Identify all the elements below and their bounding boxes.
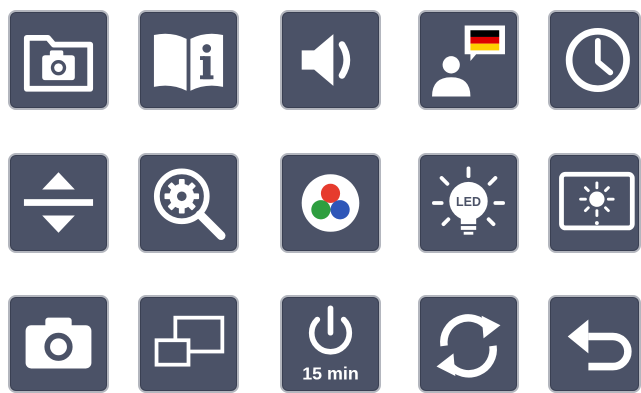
return-arrow-icon — [567, 319, 632, 371]
auto-off-label: 15 min — [302, 364, 359, 384]
zoom-settings-button[interactable] — [138, 153, 239, 253]
volume-button[interactable] — [280, 10, 381, 110]
refresh-arrows-icon — [436, 314, 501, 378]
clock-button[interactable] — [548, 10, 641, 110]
magnifier-gear-icon — [153, 168, 226, 240]
folder-camera-icon — [23, 35, 94, 92]
power-timer-icon: 15 min — [302, 305, 359, 384]
capture-button[interactable] — [8, 295, 109, 393]
person-speech-flag-icon — [432, 25, 505, 97]
clock-icon — [565, 27, 630, 93]
picture-in-picture-button[interactable] — [138, 295, 239, 393]
refresh-button[interactable] — [418, 295, 519, 393]
led-button[interactable]: LED — [418, 153, 519, 253]
back-button[interactable] — [548, 295, 641, 393]
up-down-arrows-icon — [23, 172, 94, 233]
speaker-icon — [301, 34, 351, 86]
manual-button[interactable] — [138, 10, 239, 110]
monitor-brightness-icon — [559, 171, 635, 231]
led-label: LED — [456, 195, 481, 209]
auto-off-button[interactable]: 15 min — [280, 295, 381, 393]
rgb-circles-icon — [301, 174, 360, 232]
overlapping-rectangles-icon — [154, 315, 225, 367]
scroll-button[interactable] — [8, 153, 109, 253]
book-info-icon — [153, 33, 224, 91]
led-bulb-icon: LED — [432, 166, 505, 235]
screen-brightness-button[interactable] — [548, 153, 641, 253]
camera-icon — [25, 317, 92, 369]
color-mode-button[interactable] — [280, 153, 381, 253]
photo-folder-button[interactable] — [8, 10, 109, 110]
menu-grid: LED 15 min — [0, 0, 641, 393]
language-button[interactable] — [418, 10, 519, 110]
